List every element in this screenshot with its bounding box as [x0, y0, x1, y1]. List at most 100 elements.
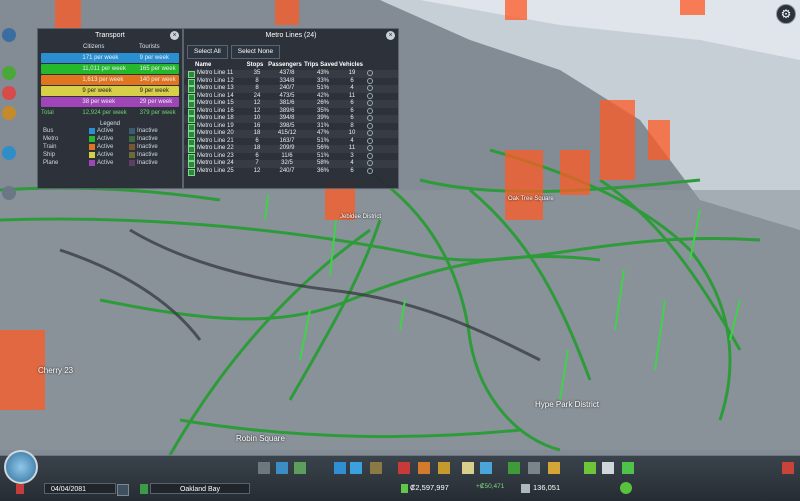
garbage-icon[interactable]: [370, 462, 382, 474]
table-row[interactable]: Metro Line 23 6 11/6 51% 3: [184, 152, 398, 161]
city-name[interactable]: Oakland Bay: [150, 483, 250, 494]
line-checkbox[interactable]: [188, 161, 195, 168]
bulldozer-icon[interactable]: [782, 462, 794, 474]
transport-icon[interactable]: [2, 146, 16, 160]
district-label-robin: Robin Square: [236, 434, 285, 443]
water-icon[interactable]: [350, 462, 362, 474]
settings-gear-icon[interactable]: ⚙: [776, 4, 796, 24]
zoning-tool-icon[interactable]: [276, 462, 288, 474]
legend-row-metro: Metro Active Inactive: [43, 136, 158, 142]
train-icon: [41, 75, 80, 85]
monuments-icon[interactable]: [528, 462, 540, 474]
view-line-icon[interactable]: [367, 152, 373, 159]
table-row[interactable]: Metro Line 21 6 163/7 51% 4: [184, 137, 398, 146]
legend-row-bus: Bus Active Inactive: [43, 128, 158, 134]
line-checkbox[interactable]: [188, 86, 195, 93]
view-line-icon[interactable]: [367, 160, 373, 166]
metro-table-header: Name Stops Passengers Trips Saved Vehicl…: [195, 62, 364, 68]
table-row[interactable]: Metro Line 15 12 381/6 26% 6: [184, 100, 398, 108]
transport-panel: Transport × Citizens Tourists 171 per we…: [37, 28, 183, 189]
road-tool-icon[interactable]: [258, 462, 270, 474]
line-checkbox[interactable]: [188, 71, 195, 78]
traffic-icon[interactable]: [2, 106, 16, 120]
view-line-icon[interactable]: [367, 122, 373, 129]
line-checkbox[interactable]: [188, 108, 195, 116]
line-checkbox[interactable]: [188, 123, 195, 131]
table-row[interactable]: Metro Line 22 18 209/9 56% 11: [184, 145, 398, 153]
view-line-icon[interactable]: [367, 92, 373, 99]
table-row[interactable]: Metro Line 25 12 240/7 36% 6: [184, 167, 398, 176]
transport-row-bus: 171 per week 9 per week: [41, 53, 179, 63]
happiness-icon[interactable]: [2, 66, 16, 80]
line-checkbox[interactable]: [188, 101, 195, 108]
population-count: 136,051: [533, 483, 561, 492]
view-line-icon[interactable]: [367, 100, 373, 106]
economy-icon[interactable]: [584, 462, 596, 474]
speed-button[interactable]: [117, 484, 129, 496]
line-checkbox[interactable]: [188, 138, 195, 146]
line-checkbox[interactable]: [188, 131, 195, 138]
public-transport-icon[interactable]: [480, 462, 492, 474]
pause-button[interactable]: [16, 484, 24, 494]
district-label-oak: Oak Tree Square: [508, 196, 554, 202]
legend-row-plane: Plane Active Inactive: [43, 160, 158, 166]
transport-close-button[interactable]: ×: [170, 31, 179, 40]
bus-icon: [41, 53, 80, 63]
ship-icon: [41, 86, 80, 96]
line-checkbox[interactable]: [188, 146, 195, 153]
area-icon[interactable]: [622, 462, 634, 474]
metro-icon: [41, 64, 80, 74]
table-row[interactable]: Metro Line 14 24 473/5 42% 11: [184, 92, 398, 101]
table-row[interactable]: Metro Line 16 12 389/6 35% 6: [184, 107, 398, 116]
table-row[interactable]: Metro Line 24 7 32/5 58% 4: [184, 160, 398, 168]
view-line-icon[interactable]: [367, 137, 373, 144]
transport-title: Transport: [95, 32, 125, 39]
transport-row-metro: 11,011 per week 165 per week: [41, 64, 179, 74]
line-checkbox[interactable]: [188, 153, 195, 161]
district-tool-icon[interactable]: [294, 462, 306, 474]
education-tool-icon[interactable]: [462, 462, 474, 474]
health-icon[interactable]: [2, 86, 16, 100]
view-line-icon[interactable]: [367, 167, 373, 174]
beautification-icon[interactable]: [508, 462, 520, 474]
table-row[interactable]: Metro Line 18 10 394/8 39% 6: [184, 115, 398, 123]
healthcare-icon[interactable]: [398, 462, 410, 474]
line-checkbox[interactable]: [188, 78, 195, 86]
policies-icon[interactable]: [602, 462, 614, 474]
view-line-icon[interactable]: [367, 130, 373, 136]
happiness-status-icon: [620, 482, 632, 494]
citizens-header: Citizens: [83, 44, 105, 50]
education-icon[interactable]: [2, 186, 16, 200]
chirper-icon[interactable]: [4, 450, 38, 484]
table-row[interactable]: Metro Line 19 16 398/5 31% 8: [184, 122, 398, 131]
transport-row-ship: 9 per week 9 per week: [41, 86, 179, 96]
view-line-icon[interactable]: [367, 85, 373, 91]
table-row[interactable]: Metro Line 12 8 334/8 33% 6: [184, 77, 398, 86]
line-checkbox[interactable]: [188, 168, 195, 176]
unique-buildings-icon[interactable]: [548, 462, 560, 474]
weekly-income: +₡50,471: [476, 483, 505, 490]
electricity-icon[interactable]: [334, 462, 346, 474]
district-label-cherry: Cherry 23: [38, 366, 74, 375]
population-icon: [521, 484, 530, 493]
table-row[interactable]: Metro Line 11 35 437/8 43% 19: [184, 70, 398, 78]
select-none-button[interactable]: Select None: [230, 45, 281, 59]
line-checkbox[interactable]: [188, 116, 195, 123]
transport-row-train: 1,613 per week 140 per week: [41, 75, 179, 85]
view-line-icon[interactable]: [367, 70, 373, 76]
view-line-icon[interactable]: [367, 77, 373, 84]
table-row[interactable]: Metro Line 13 8 240/7 51% 4: [184, 85, 398, 93]
view-line-icon[interactable]: [367, 145, 373, 151]
fire-icon[interactable]: [418, 462, 430, 474]
select-all-button[interactable]: Select All: [187, 45, 228, 59]
info-views-icon[interactable]: [2, 28, 16, 42]
metro-lines-panel: Metro Lines (24) × Select All Select Non…: [183, 28, 399, 189]
view-line-icon[interactable]: [367, 115, 373, 121]
metro-line-list: Metro Line 11 35 437/8 43% 19 Metro Line 12 8…: [184, 70, 398, 176]
metro-close-button[interactable]: ×: [386, 31, 395, 40]
view-line-icon[interactable]: [367, 107, 373, 114]
city-info-icon[interactable]: [140, 484, 148, 494]
table-row[interactable]: Metro Line 20 18 415/12 47% 10: [184, 130, 398, 138]
police-icon[interactable]: [438, 462, 450, 474]
line-checkbox[interactable]: [188, 93, 195, 101]
